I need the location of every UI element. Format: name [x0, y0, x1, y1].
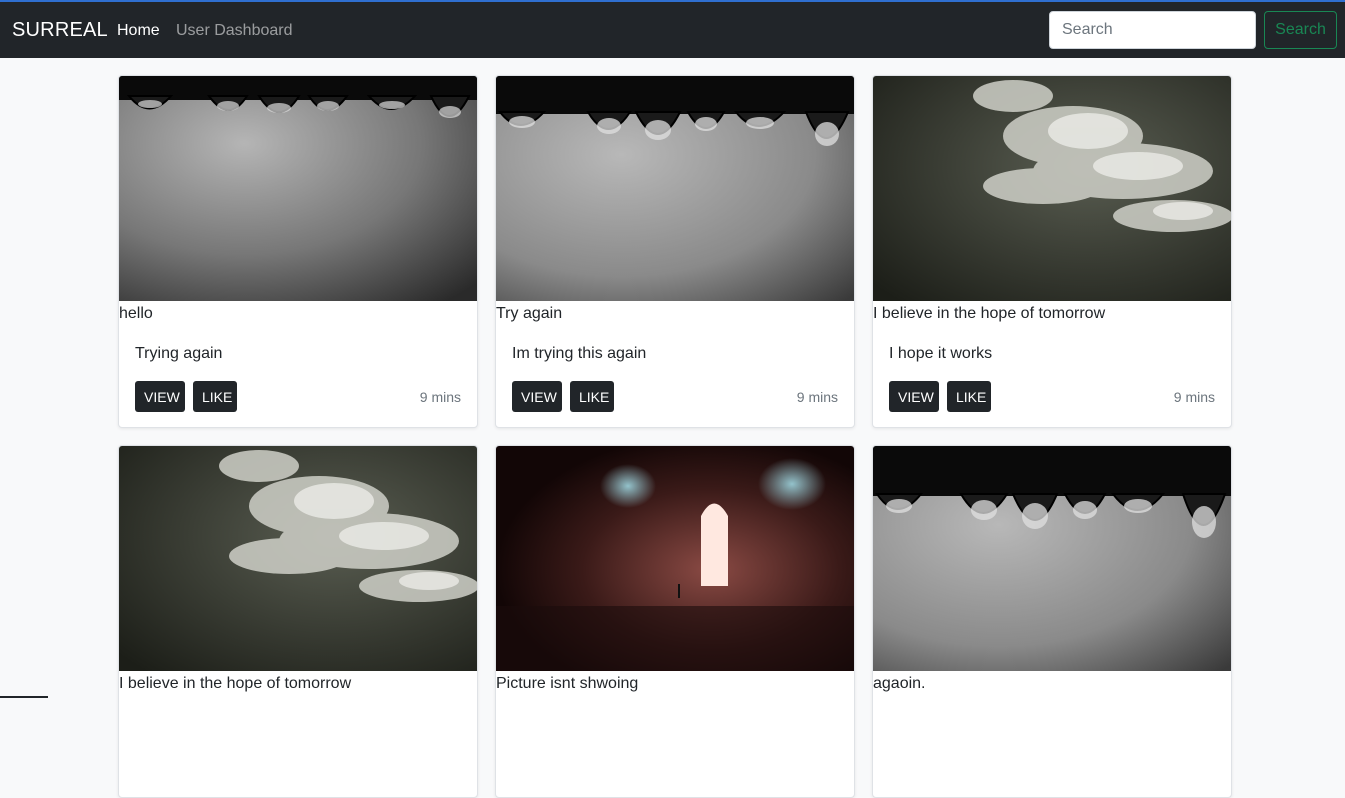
- post-time: 9 mins: [419, 389, 461, 405]
- post-image-doorway: [496, 446, 854, 671]
- view-button[interactable]: VIEW: [512, 381, 562, 412]
- post-text: Trying again: [135, 345, 223, 362]
- post-title: Try again: [496, 305, 563, 322]
- post-text: Im trying this again: [512, 345, 647, 362]
- view-button[interactable]: VIEW: [889, 381, 939, 412]
- post-title: I believe in the hope of tomorrow: [873, 305, 1106, 322]
- post-title: hello: [119, 305, 153, 322]
- post-time: 9 mins: [1173, 389, 1215, 405]
- post-title: Picture isnt shwoing: [496, 675, 639, 692]
- nav-link-home[interactable]: Home: [117, 22, 160, 40]
- post-card: Try again Im trying this again VIEW LIKE…: [495, 75, 855, 428]
- search-input[interactable]: [1049, 11, 1256, 49]
- post-card: Picture isnt shwoing: [495, 445, 855, 798]
- post-card: agaoin.: [872, 445, 1232, 798]
- post-text: I hope it works: [889, 345, 993, 362]
- post-card: hello Trying again VIEW LIKE 9 mins: [118, 75, 478, 428]
- search-button[interactable]: Search: [1264, 11, 1337, 49]
- post-title: agaoin.: [873, 675, 926, 692]
- post-image-droplets: [496, 76, 854, 301]
- like-button[interactable]: LIKE: [570, 381, 614, 412]
- brand-logo[interactable]: SURREAL: [12, 19, 108, 42]
- post-image-droplets: [873, 446, 1231, 671]
- post-time: 9 mins: [796, 389, 838, 405]
- post-card: I believe in the hope of tomorrow: [118, 445, 478, 798]
- post-image-clouds: [119, 446, 477, 671]
- post-title: I believe in the hope of tomorrow: [119, 675, 352, 692]
- navbar: SURREAL Home User Dashboard Search: [0, 2, 1345, 58]
- nav-link-user-dashboard[interactable]: User Dashboard: [176, 22, 293, 40]
- like-button[interactable]: LIKE: [193, 381, 237, 412]
- post-image-droplets: [119, 76, 477, 301]
- post-image-clouds: [873, 76, 1231, 301]
- post-card: I believe in the hope of tomorrow I hope…: [872, 75, 1232, 428]
- like-button[interactable]: LIKE: [947, 381, 991, 412]
- view-button[interactable]: VIEW: [135, 381, 185, 412]
